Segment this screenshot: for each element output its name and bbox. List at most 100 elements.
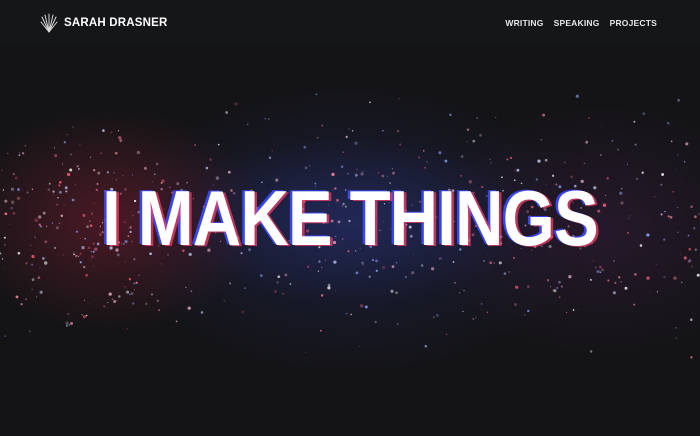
star-particle [244,287,246,289]
star-particle [575,94,579,98]
star-particle [660,183,663,186]
star-particle [124,285,127,288]
star-particle [589,350,593,353]
star-particle [335,289,337,291]
star-particle [0,252,2,255]
star-particle [426,161,428,163]
star-particle [472,139,476,143]
star-particle [356,168,358,171]
star-particle [82,315,87,319]
star-particle [110,131,113,134]
star-particle [4,267,6,268]
star-particle [613,260,615,262]
star-particle [116,299,118,302]
star-particle [681,281,683,283]
star-particle [474,316,477,319]
star-particle [17,188,20,191]
star-particle [107,301,109,303]
star-particle [327,286,331,290]
star-particle [25,298,28,301]
star-particle [277,275,281,279]
star-particle [513,302,518,307]
star-particle [691,265,694,268]
star-particle [15,295,19,299]
nav-link-writing[interactable]: WRITING [505,18,543,28]
hero-headline: I MAKE THINGS I MAKE THINGS I MAKE THING… [49,177,651,259]
star-particle [542,113,546,117]
star-particle [667,215,670,218]
star-particle [126,290,130,294]
star-particle [612,291,617,295]
star-particle [54,154,58,158]
star-particle [669,215,673,219]
star-particle [66,134,68,135]
star-particle [677,231,679,233]
star-particle [271,150,273,152]
brand-link[interactable]: SARAH DRASNER [40,13,168,33]
star-particle [76,165,79,168]
star-particle [524,314,526,316]
star-particle [675,337,678,340]
star-particle [100,152,102,155]
star-particle [85,314,88,317]
star-particle [62,163,64,165]
star-particle [83,266,86,269]
star-particle [369,101,371,104]
star-particle [653,195,656,198]
star-particle [472,317,475,321]
star-particle [118,135,122,140]
star-particle [34,236,36,238]
star-particle [673,276,677,280]
star-particle [360,304,364,308]
nav-link-projects[interactable]: PROJECTS [610,18,657,28]
nav-link-speaking[interactable]: SPEAKING [554,18,600,28]
star-particle [453,281,457,284]
star-particle [158,309,160,311]
star-particle [391,265,395,268]
star-particle [418,156,420,159]
star-particle [4,244,6,246]
star-particle [53,147,56,149]
star-particle [458,292,461,294]
star-particle [430,267,435,271]
star-particle [601,125,603,127]
main-nav: WRITING SPEAKING PROJECTS [505,18,657,28]
star-particle [424,344,428,348]
star-particle [93,265,94,267]
star-particle [435,313,439,317]
star-particle [683,161,686,163]
star-particle [404,275,408,279]
star-particle [133,282,136,285]
fan-logo-icon [40,13,58,32]
star-particle [205,166,209,170]
star-particle [31,288,33,291]
star-particle [14,176,18,180]
star-particle [607,279,610,282]
star-particle [223,300,225,302]
star-particle [348,128,350,130]
star-particle [634,273,637,276]
star-particle [355,271,359,275]
star-particle [681,183,683,185]
star-particle [185,286,187,289]
star-particle [449,113,452,117]
star-particle [553,289,557,293]
star-particle [646,276,650,280]
star-particle [284,273,288,277]
star-particle [315,93,318,96]
star-particle [7,152,9,155]
star-particle [495,117,497,118]
star-particle [246,123,249,126]
star-particle [67,312,70,316]
star-particle [274,290,277,293]
star-particle [527,309,530,313]
star-particle [618,276,621,279]
star-particle [225,111,229,114]
star-particle [549,286,551,288]
star-particle [303,145,307,149]
star-particle [9,223,10,225]
star-particle [696,273,700,277]
star-particle [29,330,31,333]
star-particle [20,302,23,306]
star-particle [72,126,74,128]
